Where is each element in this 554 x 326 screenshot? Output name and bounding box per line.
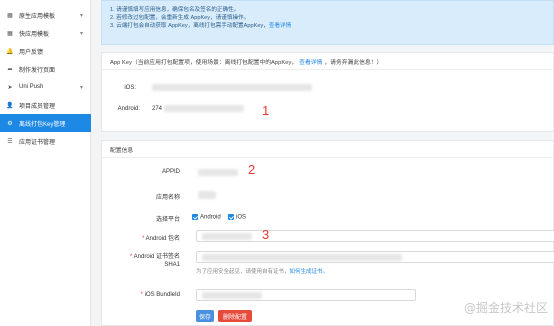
annotation-1: 1: [262, 103, 270, 118]
save-button[interactable]: 保存: [196, 310, 214, 322]
sidebar-item-certificates[interactable]: ☰ 应用证书管理: [0, 132, 91, 150]
notice-line-3: 3. 云端打包会自动获取 AppKey，离线打包需手动配置AppKey，查看详情: [110, 23, 292, 29]
annotation-3: 3: [262, 227, 270, 242]
platform-ios-checkbox[interactable]: iOS: [228, 214, 246, 221]
share-icon: ➦: [7, 66, 13, 73]
sidebar-item-label: 应用证书管理: [19, 139, 56, 146]
notice-box: 1. 请谨慎填写应用信息，确保包名及签名的正确性。 2. 若修改过包配置，会重新…: [101, 0, 554, 45]
grid-icon: ▦: [7, 12, 13, 19]
sidebar-item-label: 原生应用模板: [19, 13, 56, 20]
config-panel-header: 配置信息: [102, 141, 553, 158]
ios-bundleid-input[interactable]: [196, 289, 416, 301]
app-name-label: 应用名称: [155, 195, 180, 201]
appkey-details-link[interactable]: 查看详情: [299, 57, 322, 66]
android-sha1-value-redacted: [202, 254, 402, 261]
checkbox-checked-icon: [192, 214, 198, 220]
appid-label: APPID: [161, 169, 180, 175]
platform-label: 选择平台: [155, 217, 180, 223]
bell-icon: 🔔: [6, 48, 14, 55]
android-key-value: 274: [152, 106, 163, 112]
sidebar-item-label: 用户反馈: [19, 49, 44, 56]
annotation-2: 2: [248, 162, 256, 177]
sidebar-item-uni-push[interactable]: ➤ Uni Push ▾: [0, 78, 91, 96]
android-key-label: Android:: [117, 106, 140, 112]
gear-icon: ⚙: [7, 120, 13, 127]
grid-icon: ▦: [7, 30, 13, 37]
delete-config-button[interactable]: 删除配置: [218, 310, 252, 322]
sidebar-item-feedback[interactable]: 🔔 用户反馈: [0, 42, 91, 60]
list-icon: ☰: [7, 138, 13, 145]
chevron-down-icon: ▾: [79, 84, 83, 91]
android-package-value-redacted: [202, 233, 252, 240]
sidebar-item-label: 制作发行页面: [19, 67, 56, 74]
watermark: @掘金技术社区: [463, 301, 548, 315]
appkey-panel: App Key（当前应用打包配置项，使用场景：离线打包配置中的AppKey， 查看…: [101, 52, 554, 132]
user-icon: 👤: [6, 102, 14, 109]
android-key-value-redacted: [164, 105, 244, 112]
view-details-link[interactable]: 查看详情: [269, 23, 291, 29]
appid-value-redacted: [198, 169, 238, 176]
sidebar: ▦ 原生应用模板 ▾ ▦ 快应用模板 ▾ 🔔 用户反馈 ➦ 制作发行页面 ➤ U…: [0, 0, 91, 326]
paper-plane-icon: ➤: [7, 84, 13, 91]
sidebar-item-native-template[interactable]: ▦ 原生应用模板 ▾: [0, 6, 91, 24]
how-to-generate-cert-link[interactable]: 如何生成证书。: [290, 269, 329, 275]
app-name-value-redacted: [198, 191, 216, 199]
sidebar-item-quick-app-template[interactable]: ▦ 快应用模板 ▾: [0, 24, 91, 42]
sidebar-item-label: 项目成员管理: [19, 103, 56, 110]
chevron-down-icon: ▾: [79, 12, 83, 19]
chevron-down-icon: ▾: [79, 30, 83, 37]
sidebar-item-label: Uni Push: [19, 84, 44, 90]
sidebar-item-offline-key[interactable]: ⚙ 离线打包Key管理: [0, 114, 91, 132]
sha1-hint: 为了应用安全起见，请使用自有证书，如何生成证书。: [196, 269, 329, 275]
android-package-label: * Android 包名: [141, 236, 180, 242]
android-package-input[interactable]: [196, 230, 554, 242]
platform-android-checkbox[interactable]: Android: [192, 214, 221, 221]
sidebar-item-members[interactable]: 👤 项目成员管理: [0, 96, 91, 114]
ios-bundleid-label: * iOS BundleId: [140, 292, 180, 298]
sidebar-item-publish-page[interactable]: ➦ 制作发行页面: [0, 60, 91, 78]
ios-key-value-redacted: [152, 84, 312, 91]
notice-line-2: 2. 若修改过包配置，会重新生成 AppKey，请谨慎操作。: [110, 15, 250, 21]
notice-line-1: 1. 请谨慎填写应用信息，确保包名及签名的正确性。: [110, 7, 240, 13]
main-content: 1. 请谨慎填写应用信息，确保包名及签名的正确性。 2. 若修改过包配置，会重新…: [101, 0, 554, 326]
sidebar-item-label: 快应用模板: [19, 31, 50, 38]
android-sha1-label: * Android 证书签名 SHA1: [129, 254, 180, 268]
ios-bundleid-value-redacted: [202, 292, 262, 299]
checkbox-checked-icon: [228, 214, 234, 220]
sidebar-item-label: 离线打包Key管理: [19, 121, 66, 128]
ios-key-label: iOS:: [124, 85, 136, 91]
android-sha1-input[interactable]: [196, 251, 554, 263]
appkey-panel-header: App Key（当前应用打包配置项，使用场景：离线打包配置中的AppKey， 查看…: [102, 53, 553, 70]
